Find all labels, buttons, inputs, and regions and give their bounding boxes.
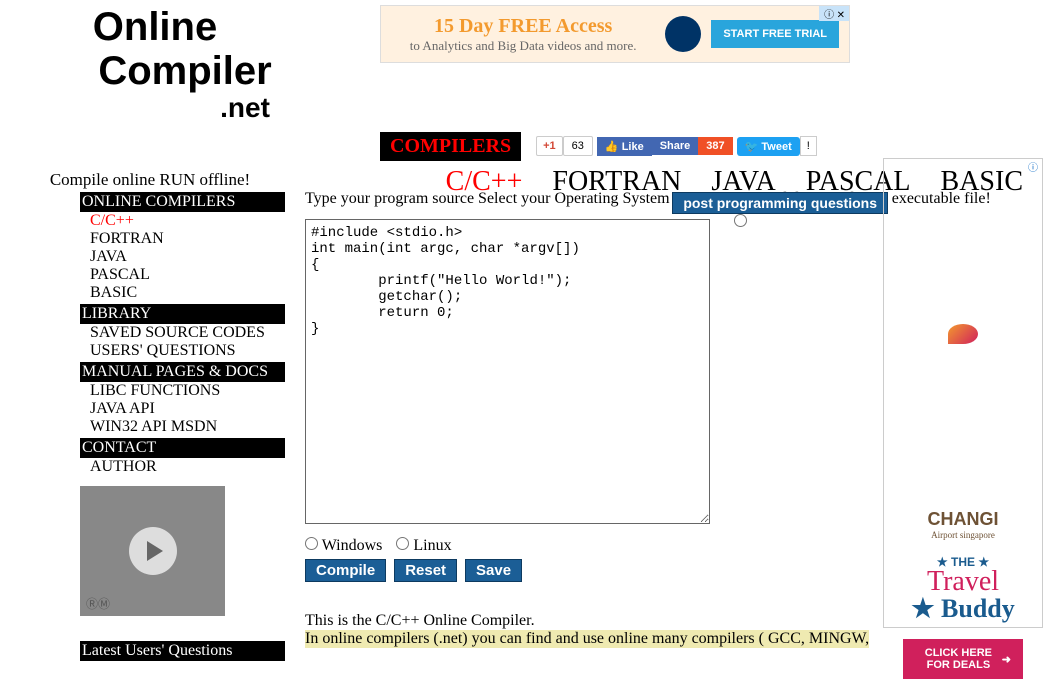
os-linux-label[interactable]: Linux <box>396 537 451 554</box>
compilers-button[interactable]: COMPILERS <box>380 132 521 161</box>
fb-share-button[interactable]: Share <box>652 137 699 155</box>
sidebar-item-saved-codes[interactable]: SAVED SOURCE CODES <box>80 324 285 342</box>
ad-subtitle: to Analytics and Big Data videos and mor… <box>391 38 655 54</box>
os-windows-radio[interactable] <box>305 537 318 550</box>
os-linux-radio[interactable] <box>396 537 409 550</box>
gplus-count: 63 <box>563 136 593 156</box>
sidebar-item-java[interactable]: JAVA <box>80 248 285 266</box>
sidebar-item-c-cpp[interactable]: C/C++ <box>80 212 285 230</box>
ad-cta-button[interactable]: START FREE TRIAL <box>711 20 839 48</box>
rm-badge: ⓇⓂ <box>86 595 110 612</box>
radio-extra[interactable] <box>734 214 747 227</box>
sidebar-item-basic[interactable]: BASIC <box>80 284 285 302</box>
reset-button[interactable]: Reset <box>394 559 457 582</box>
sidebar-item-java-api[interactable]: JAVA API <box>80 400 285 418</box>
ad-sidebar[interactable]: ⓘ CHANGI Airport singapore ★ THE ★ Trave… <box>883 158 1043 628</box>
sidebar-head-latest: Latest Users' Questions <box>80 641 285 661</box>
sidebar-head-contact: CONTACT <box>80 438 285 458</box>
sidebar-head-manual: MANUAL PAGES & DOCS <box>80 362 285 382</box>
sidebar-head-library: LIBRARY <box>80 304 285 324</box>
compile-button[interactable]: Compile <box>305 559 386 582</box>
ad-title: 15 Day FREE Access <box>391 15 655 38</box>
sidebar-head-compilers: ONLINE COMPILERS <box>80 192 285 212</box>
fb-count: 387 <box>698 137 732 155</box>
ad-close-icon[interactable]: ⓘ ✕ <box>819 6 849 21</box>
ad-banner-top[interactable]: ⓘ ✕ 15 Day FREE Access to Analytics and … <box>380 5 850 63</box>
sidebar-item-libc[interactable]: LIBC FUNCTIONS <box>80 382 285 400</box>
os-windows-label[interactable]: Windows <box>305 537 382 554</box>
social-buttons: +163 👍 LikeShare387 🐦 Tweet! <box>536 136 817 156</box>
site-logo: Online Compiler .net <box>0 0 310 124</box>
source-code-input[interactable] <box>305 219 710 524</box>
changi-logo: CHANGI <box>928 509 999 530</box>
sidebar-item-win32[interactable]: WIN32 API MSDN <box>80 418 285 436</box>
deals-button[interactable]: CLICK HERE FOR DEALS➜ <box>903 639 1023 679</box>
fb-like-button[interactable]: 👍 Like <box>597 137 652 156</box>
sidebar-item-pascal[interactable]: PASCAL <box>80 266 285 284</box>
save-button[interactable]: Save <box>465 559 522 582</box>
tweet-count: ! <box>800 136 817 156</box>
ad-info-icon[interactable]: ⓘ <box>884 159 1042 174</box>
play-icon[interactable] <box>129 527 177 575</box>
sidebar: ONLINE COMPILERS C/C++ FORTRAN JAVA PASC… <box>0 190 295 661</box>
sidebar-item-users-questions[interactable]: USERS' QUESTIONS <box>80 342 285 360</box>
post-questions-button[interactable]: post programming questions <box>672 192 888 214</box>
arrow-right-icon: ➜ <box>1002 653 1011 666</box>
changi-sub: Airport singapore <box>931 530 995 540</box>
travel-text: Travel <box>927 569 999 594</box>
video-thumbnail[interactable]: ⓇⓂ <box>80 486 225 616</box>
google-plus-button[interactable]: +1 <box>536 136 563 156</box>
sidebar-item-fortran[interactable]: FORTRAN <box>80 230 285 248</box>
description-line2: In online compilers (.net) you can find … <box>305 630 869 648</box>
ad-brand-logo <box>665 16 701 52</box>
site-motto: Compile online RUN offline! <box>0 170 300 190</box>
tweet-button[interactable]: 🐦 Tweet <box>737 137 800 156</box>
buddy-text: ★ Buddy <box>911 594 1015 624</box>
sidebar-item-author[interactable]: AUTHOR <box>80 458 285 476</box>
changi-swirl-icon <box>948 324 978 344</box>
